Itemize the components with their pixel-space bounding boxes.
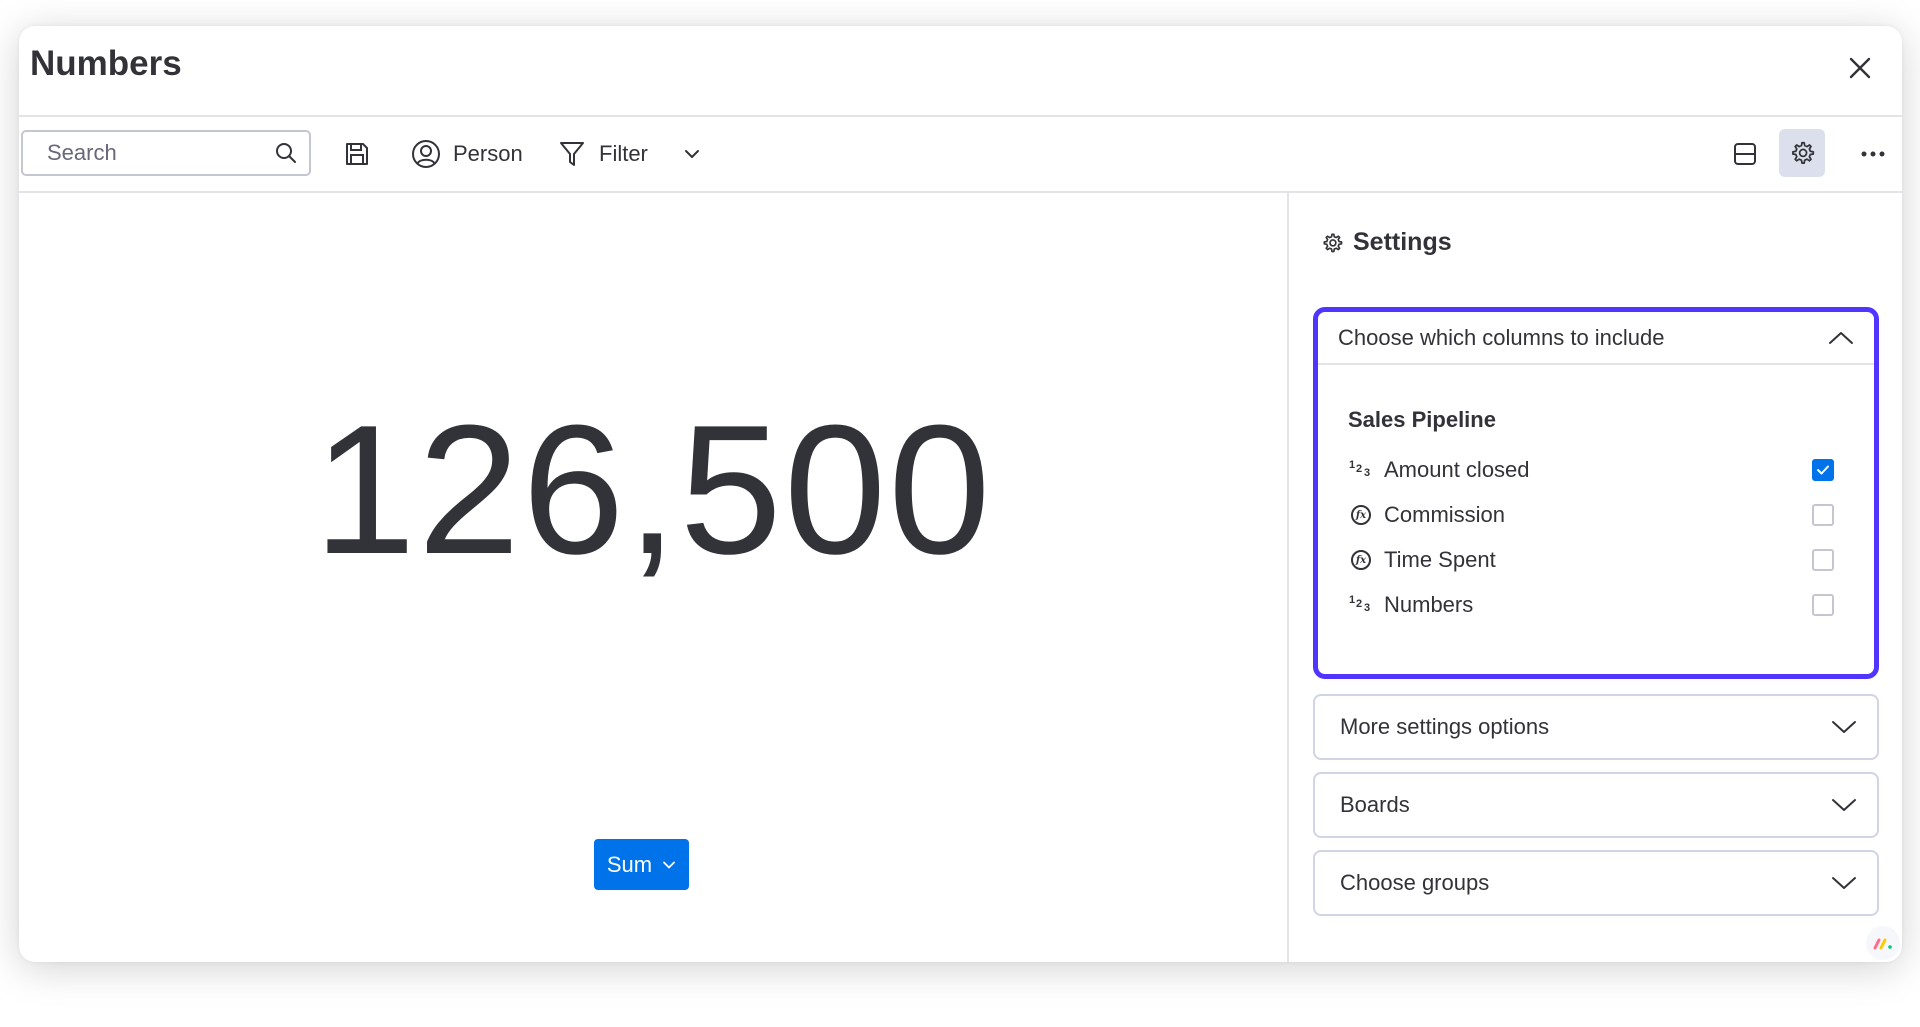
gear-icon — [1323, 232, 1343, 252]
search-box[interactable] — [21, 130, 311, 176]
save-icon — [346, 143, 368, 165]
board-group-name: Sales Pipeline — [1348, 407, 1496, 432]
settings-panel: Settings Choose which columns to include… — [1289, 193, 1902, 962]
search-input[interactable] — [23, 132, 273, 174]
columns-section: Choose which columns to include Sales Pi… — [1313, 307, 1879, 679]
formula-column-icon: fx — [1348, 502, 1374, 528]
numbers-widget-window: Numbers Search Person Filter 126,500 Sum… — [19, 26, 1902, 962]
more-dots-icon — [1861, 151, 1885, 157]
person-label: Person — [453, 141, 523, 166]
chevron-up-icon — [1829, 331, 1853, 344]
chevron-down-icon — [685, 150, 699, 158]
checkmark-icon — [1817, 465, 1829, 475]
column-label: Numbers — [1384, 592, 1474, 617]
boards-header[interactable]: Boards — [1315, 774, 1877, 836]
function-label: Sum — [606, 851, 653, 877]
filter-label: Filter — [599, 141, 648, 166]
column-row-time-spent: fx Time Spent — [1348, 540, 1834, 580]
person-filter-button[interactable]: Person — [411, 129, 523, 179]
column-checkbox[interactable] — [1812, 594, 1834, 616]
column-label: Commission — [1384, 502, 1506, 527]
layout-toggle-button[interactable] — [1732, 129, 1758, 179]
formula-column-icon: fx — [1348, 547, 1374, 573]
more-settings-section[interactable]: More settings options — [1313, 694, 1879, 760]
chevron-down-icon — [1832, 877, 1856, 889]
save-view-button[interactable] — [344, 129, 370, 179]
column-row-numbers: 123 Numbers — [1348, 585, 1834, 625]
column-checkbox[interactable] — [1812, 549, 1834, 571]
title-bar: Numbers — [19, 26, 1902, 117]
gear-icon — [1792, 141, 1815, 164]
groups-section[interactable]: Choose groups — [1313, 850, 1879, 916]
numbers-column-icon: 123 — [1349, 459, 1371, 479]
widget-title: Numbers — [30, 44, 182, 83]
columns-section-header[interactable]: Choose which columns to include — [1318, 312, 1874, 365]
settings-header: Settings — [1321, 228, 1452, 257]
columns-section-title: Choose which columns to include — [1338, 324, 1665, 350]
function-dropdown-button[interactable]: Sum — [594, 839, 689, 890]
column-row-amount-closed: 123 Amount closed — [1348, 450, 1834, 490]
boards-label: Boards — [1340, 792, 1410, 817]
more-options-button[interactable] — [1860, 129, 1886, 179]
column-label: Amount closed — [1384, 457, 1530, 482]
column-checkbox[interactable] — [1812, 504, 1834, 526]
column-row-commission: fx Commission — [1348, 495, 1834, 535]
filter-button[interactable]: Filter — [559, 129, 648, 179]
settings-title: Settings — [1353, 228, 1452, 256]
chevron-down-icon — [1832, 799, 1856, 811]
close-button[interactable] — [1840, 48, 1880, 88]
toolbar: Person Filter — [19, 117, 1902, 193]
filter-icon — [560, 142, 584, 166]
chevron-down-icon — [1832, 721, 1856, 733]
close-icon — [1849, 57, 1871, 79]
search-icon — [276, 143, 296, 163]
groups-header[interactable]: Choose groups — [1315, 852, 1877, 914]
more-settings-label: More settings options — [1340, 714, 1550, 739]
chevron-down-icon — [663, 861, 676, 868]
more-settings-header[interactable]: More settings options — [1315, 696, 1877, 758]
settings-toggle-button[interactable] — [1779, 129, 1825, 177]
numbers-value: 126,500 — [313, 386, 993, 592]
column-label: Time Spent — [1384, 547, 1496, 572]
person-icon — [412, 140, 440, 168]
boards-section[interactable]: Boards — [1313, 772, 1879, 838]
filter-dropdown-button[interactable] — [683, 129, 701, 179]
groups-label: Choose groups — [1340, 870, 1490, 895]
column-checkbox[interactable] — [1812, 459, 1834, 481]
numbers-column-icon: 123 — [1349, 594, 1371, 614]
widget-content: 126,500 Sum — [19, 193, 1287, 962]
layout-icon — [1734, 143, 1756, 165]
brand-logo-icon — [1866, 926, 1900, 960]
